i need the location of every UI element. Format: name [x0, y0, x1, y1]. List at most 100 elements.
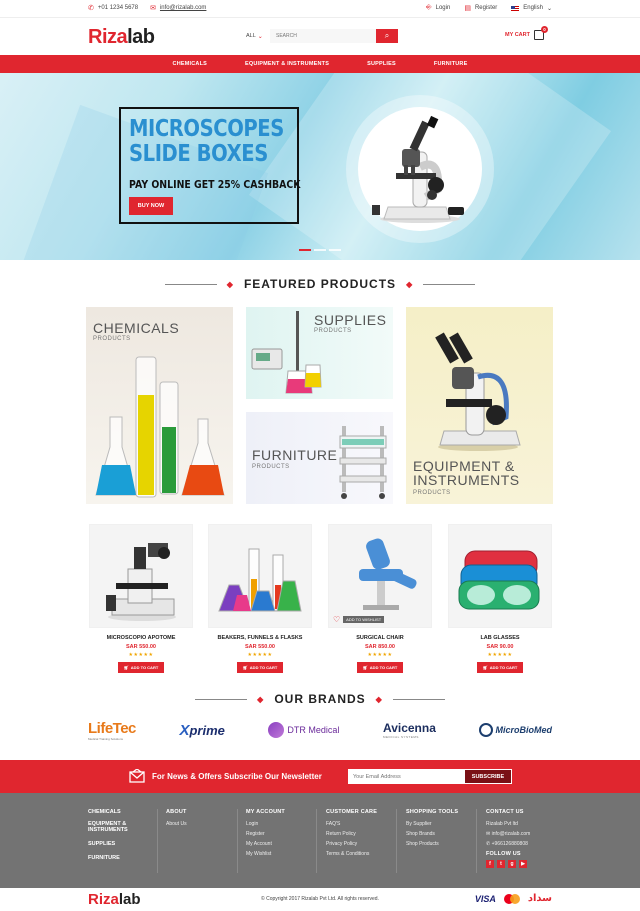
nav-item-equipment[interactable]: EQUIPMENT & INSTRUMENTS	[245, 61, 329, 67]
category-tile-chemicals[interactable]: CHEMICALS PRODUCTS	[86, 307, 233, 504]
product-name[interactable]: BEAKERS, FUNNELS & FLASKS	[208, 635, 312, 641]
heart-icon[interactable]: ♡	[333, 615, 340, 624]
product-price: SAR 90.00	[486, 644, 514, 650]
product-price: SAR 550.00	[245, 644, 275, 650]
cart-button[interactable]: MY CART 0	[505, 26, 548, 40]
dtr-circle-icon	[268, 722, 285, 738]
brand-logo-lifetec[interactable]: LifeTec Medical Training Solutions	[88, 720, 136, 741]
add-to-cart-button[interactable]: 🛒︎ ADD TO CART	[357, 662, 403, 673]
shopping-bag-icon: 0	[534, 26, 548, 40]
product-image[interactable]	[448, 524, 552, 628]
category-tile-supplies[interactable]: SUPPLIES PRODUCTS	[246, 307, 393, 399]
nav-item-supplies[interactable]: SUPPLIES	[367, 61, 396, 67]
brand-logo-avicenna[interactable]: Avicenna MEDICAL SYSTEMS	[383, 721, 436, 739]
mail-icon: ✉	[150, 5, 156, 12]
visa-logo: VISA	[474, 893, 496, 904]
footer-contact: CONTACT US Rizalab Pvt ltd ✉ info@rizala…	[486, 809, 531, 868]
footer-link[interactable]: Shop Brands	[406, 831, 458, 837]
footer-link[interactable]: About Us	[166, 821, 187, 827]
twitter-icon[interactable]: t	[497, 860, 505, 868]
email-contact[interactable]: ✉ info@rizalab.com	[150, 4, 206, 12]
buy-now-button[interactable]: BUY NOW	[129, 197, 173, 215]
footer-email[interactable]: ✉ info@rizalab.com	[486, 831, 530, 837]
product-image[interactable]	[208, 524, 312, 628]
product-card[interactable]: MICROSCOPIO APOTOME SAR 550.00 ★★★★★ 🛒︎ A…	[89, 524, 193, 673]
category-tile-furniture[interactable]: FURNITURE PRODUCTS	[246, 412, 393, 504]
carousel-dot[interactable]	[314, 249, 326, 251]
footer-link[interactable]: Privacy Policy	[326, 841, 377, 847]
footer-shopping-tools: SHOPPING TOOLS By Supplier Shop Brands S…	[406, 809, 459, 847]
login-link[interactable]: ⎆ Login	[426, 4, 450, 12]
carousel-dot[interactable]	[329, 249, 341, 251]
footer-link[interactable]: Shop Products	[406, 841, 458, 847]
footer-link[interactable]: By Supplier	[406, 821, 458, 827]
search-icon: ⌕	[384, 31, 390, 40]
product-rating: ★★★★★	[367, 652, 393, 658]
carousel-dot[interactable]	[299, 249, 311, 251]
footer-phone[interactable]: ✆ +966126880808	[486, 841, 530, 847]
cart-icon: 🛒︎	[123, 665, 129, 670]
product-image[interactable]	[89, 524, 193, 628]
language-selector[interactable]: English ⌄	[511, 4, 552, 12]
footer-company-name: Rizalab Pvt ltd	[486, 821, 518, 827]
search-input[interactable]	[270, 29, 376, 43]
product-name[interactable]: LAB GLASSES	[448, 635, 552, 641]
footer-my-account: MY ACCOUNT Login Register My Account My …	[246, 809, 285, 857]
search-button[interactable]: ⌕	[376, 29, 398, 43]
us-flag-icon	[511, 5, 520, 11]
nav-item-furniture[interactable]: FURNITURE	[434, 61, 468, 67]
product-card[interactable]: BEAKERS, FUNNELS & FLASKS SAR 550.00 ★★★…	[208, 524, 312, 673]
category-tile-equipment[interactable]: EQUIPMENT & INSTRUMENTS PRODUCTS	[406, 307, 553, 504]
product-name[interactable]: MICROSCOPIO APOTOME	[89, 635, 193, 641]
footer-link[interactable]: Login	[246, 821, 285, 827]
search-bar: ALL⌄ ⌕	[246, 29, 398, 43]
site-header: Rizalab ALL⌄ ⌕ MY CART 0	[0, 18, 640, 55]
newsletter-email-input[interactable]	[348, 769, 464, 784]
hero-banner: MICROSCOPES SLIDE BOXES PAY ONLINE GET 25…	[0, 73, 640, 260]
add-to-cart-button[interactable]: 🛒︎ ADD TO CART	[237, 662, 283, 673]
footer-link[interactable]: FAQ'S	[326, 821, 377, 827]
cart-count-badge: 0	[541, 26, 548, 33]
footer-link[interactable]: CHEMICALS	[88, 809, 128, 815]
newsletter-bar: For News & Offers Subscribe Our Newslett…	[0, 760, 640, 793]
hero-title: MICROSCOPES SLIDE BOXES	[129, 116, 284, 167]
register-icon: ▤	[464, 5, 471, 12]
product-price: SAR 550.00	[126, 644, 156, 650]
subscribe-button[interactable]: SUBSCRIBE	[464, 769, 512, 784]
google-plus-icon[interactable]: g	[508, 860, 516, 868]
bottom-bar: Rizalab © Copyright 2017 Rizalab Pvt Ltd…	[0, 888, 640, 911]
x-mark-icon: X	[179, 721, 190, 739]
add-to-cart-button[interactable]: 🛒︎ ADD TO CART	[118, 662, 164, 673]
product-image[interactable]: ♡ ADD TO WISHLIST	[328, 524, 432, 628]
footer-link[interactable]: Return Policy	[326, 831, 377, 837]
phone-icon: ✆	[88, 5, 94, 12]
surgical-chair-image	[359, 538, 417, 610]
site-logo[interactable]: Rizalab	[88, 26, 155, 49]
nav-item-chemicals[interactable]: CHEMICALS	[173, 61, 208, 67]
product-card[interactable]: ♡ ADD TO WISHLIST SURGICAL CHAIR SAR 850…	[328, 524, 432, 673]
product-name[interactable]: SURGICAL CHAIR	[328, 635, 432, 641]
footer-link[interactable]: Register	[246, 831, 285, 837]
add-to-cart-button[interactable]: 🛒︎ ADD TO CART	[477, 662, 523, 673]
footer-link[interactable]: SUPPLIES	[88, 841, 128, 847]
product-price: SAR 850.00	[365, 644, 395, 650]
phone-contact[interactable]: ✆ +01 1234 5678	[88, 4, 138, 12]
footer-link[interactable]: Terms & Conditions	[326, 851, 377, 857]
cart-icon: 🛒︎	[482, 665, 488, 670]
brand-logo-xprime[interactable]: X prime	[179, 722, 224, 739]
brand-logo-dtr-medical[interactable]: DTR Medical	[268, 722, 339, 738]
footer-link[interactable]: My Account	[246, 841, 285, 847]
product-card[interactable]: LAB GLASSES SAR 90.00 ★★★★★ 🛒︎ ADD TO CAR…	[448, 524, 552, 673]
brand-logo-microbiomed[interactable]: MicroBioMed	[479, 723, 552, 737]
footer-link[interactable]: FURNITURE	[88, 855, 128, 861]
facebook-icon[interactable]: f	[486, 860, 494, 868]
social-links: f t g ▶	[486, 860, 530, 868]
register-link[interactable]: ▤ Register	[464, 4, 497, 12]
wishlist-control[interactable]: ♡ ADD TO WISHLIST	[333, 615, 385, 624]
featured-products-heading: ◆ FEATURED PRODUCTS ◆	[0, 277, 640, 291]
youtube-icon[interactable]: ▶	[519, 860, 527, 868]
search-category-select[interactable]: ALL ⌄	[246, 29, 270, 43]
footer-link[interactable]: My Wishlist	[246, 851, 285, 857]
payment-methods: VISA سداد	[475, 893, 552, 904]
footer-link[interactable]: EQUIPMENT & INSTRUMENTS	[88, 821, 128, 833]
